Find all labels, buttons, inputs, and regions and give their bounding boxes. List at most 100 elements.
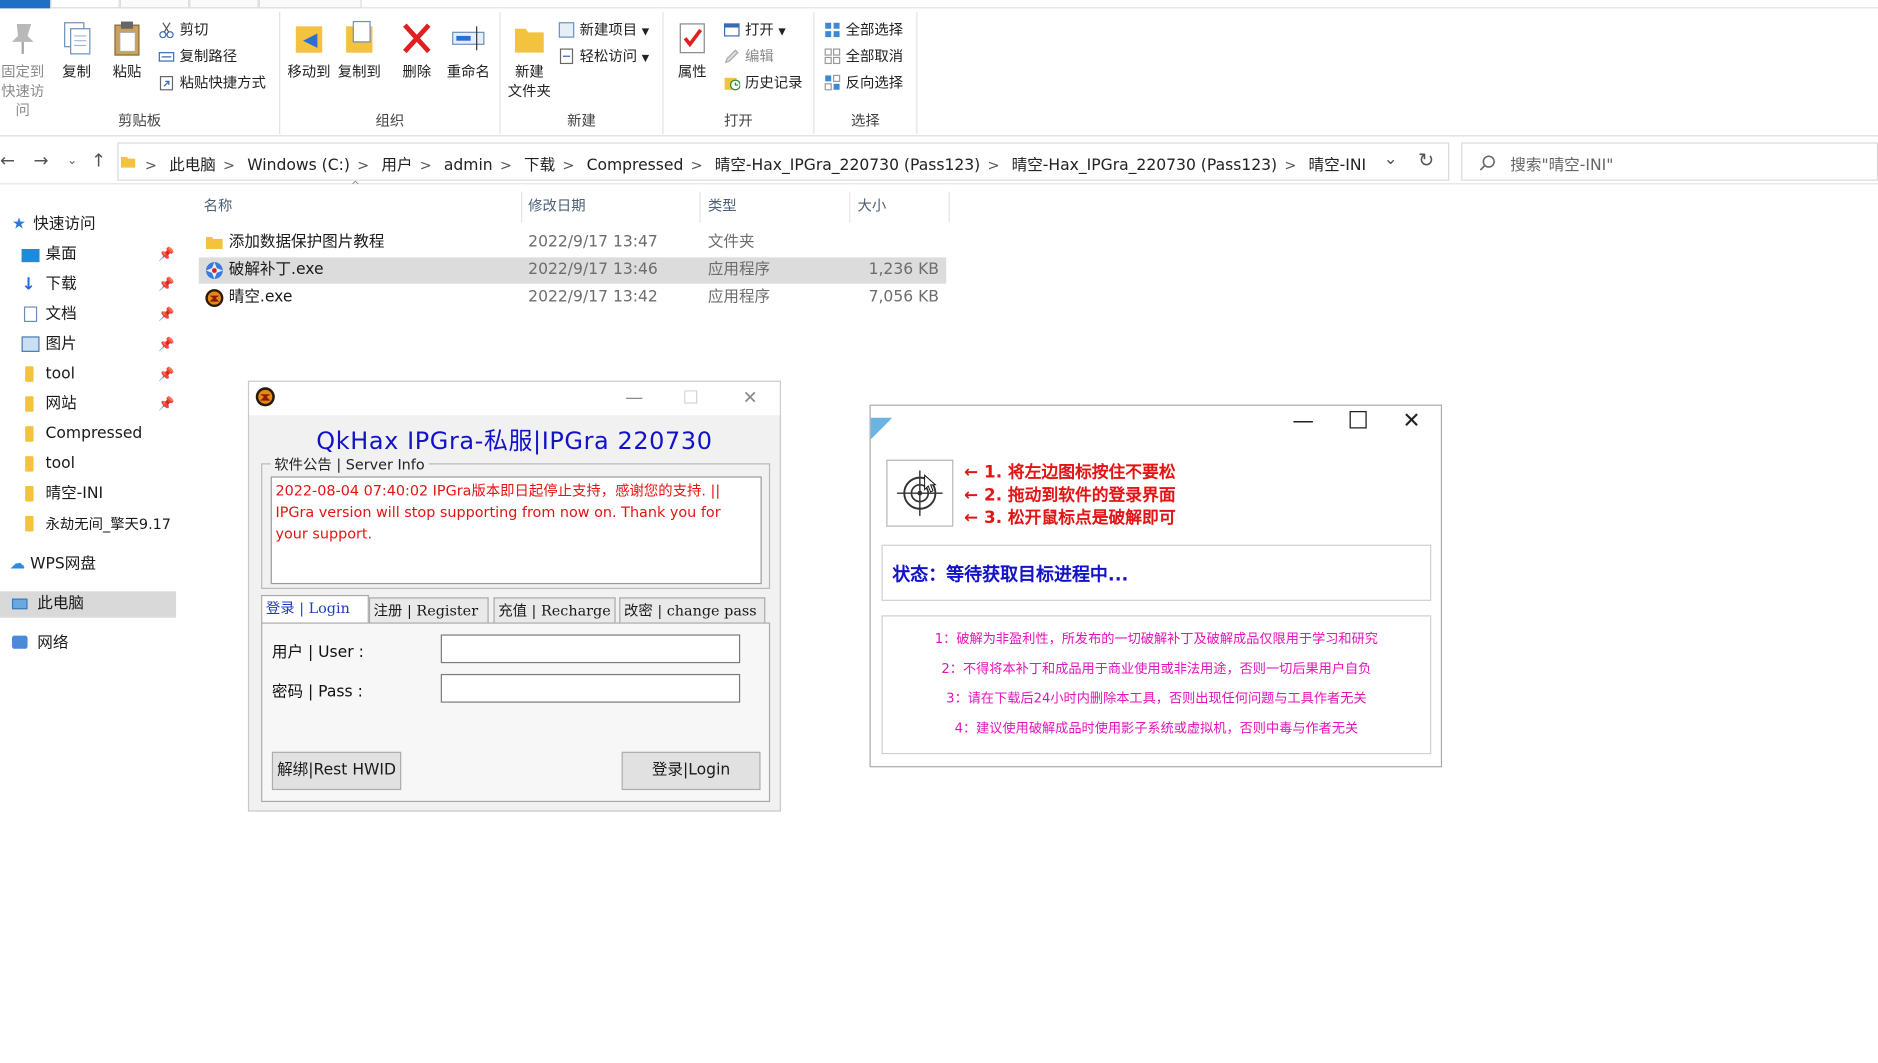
column-header-type[interactable]: 类型 (708, 196, 737, 222)
address-history-chevron-icon[interactable]: ⌄ (1384, 150, 1398, 169)
select-none-button[interactable]: 全部取消 (824, 44, 903, 68)
nav-this-pc[interactable]: 此电脑 (0, 591, 177, 618)
file-row[interactable]: 晴空.exe 2022/9/17 13:42 应用程序 7,056 KB (199, 285, 946, 311)
search-input[interactable]: 搜索"晴空-INI" (1461, 142, 1878, 181)
cut-button[interactable]: 剪切 (158, 18, 208, 42)
pass-input[interactable] (440, 673, 741, 703)
copy-button[interactable]: 复制 (53, 19, 101, 81)
file-row[interactable]: 添加数据保护图片教程 2022/9/17 13:47 文件夹 (199, 230, 946, 256)
minimize-icon[interactable]: — (1292, 408, 1314, 433)
move-to-button[interactable]: 移动到 (285, 19, 333, 81)
edit-button[interactable]: 编辑 (723, 44, 774, 68)
open-dropdown[interactable]: 打开 ▼ (723, 18, 786, 42)
breadcrumb-item[interactable]: 晴空-Hax_IPGra_220730 (Pass123) (715, 157, 980, 175)
pin-icon[interactable]: 📌 (158, 391, 174, 417)
copy-icon (64, 22, 91, 55)
breadcrumb-item[interactable]: 用户 (381, 157, 412, 175)
user-input[interactable] (440, 634, 741, 664)
move-to-icon (295, 26, 323, 53)
download-arrow-icon: ↓ (21, 275, 36, 295)
pin-icon[interactable]: 📌 (158, 302, 174, 328)
nav-item-desktop[interactable]: 桌面 📌 (21, 242, 178, 268)
history-button[interactable]: 历史记录 (723, 71, 802, 95)
back-arrow-icon[interactable]: ← (0, 150, 15, 172)
breadcrumb-separator-icon: > (144, 156, 157, 174)
ribbon-tab-share[interactable] (119, 0, 190, 9)
column-divider[interactable] (948, 191, 950, 223)
nav-item-compressed[interactable]: Compressed (22, 421, 143, 447)
copy-to-button[interactable]: 复制到 (335, 19, 383, 81)
column-header-date[interactable]: 修改日期 (528, 196, 586, 222)
breadcrumb-item[interactable]: Compressed (587, 157, 684, 175)
pin-icon[interactable]: 📌 (158, 332, 174, 358)
new-item-dropdown[interactable]: 新建项目 ▼ (558, 18, 649, 42)
nav-network[interactable]: 网络 (11, 631, 68, 657)
easy-access-dropdown[interactable]: 轻松访问 ▼ (558, 44, 649, 68)
column-header-name[interactable]: 名称 (204, 196, 233, 222)
file-row-selected[interactable]: 破解补丁.exe 2022/9/17 13:46 应用程序 1,236 KB (198, 257, 947, 284)
target-finder-handle[interactable] (886, 459, 954, 527)
nav-item-website[interactable]: 网站 📌 (22, 391, 178, 417)
maximize-icon[interactable]: ☐ (683, 387, 699, 409)
invert-selection-button[interactable]: 反向选择 (824, 71, 903, 95)
nav-item-pictures[interactable]: 图片 📌 (21, 332, 178, 358)
breadcrumb-item[interactable]: 此电脑 (169, 157, 216, 175)
forward-arrow-icon[interactable]: → (34, 150, 49, 172)
recent-chevron-icon[interactable]: ⌄ (67, 154, 77, 167)
login-window-titlebar[interactable]: — ☐ ✕ (249, 381, 780, 416)
status-text: 状态：等待获取目标进程中... (892, 563, 1129, 586)
paste-button[interactable]: 粘贴 (103, 19, 151, 81)
reset-hwid-button[interactable]: 解绑|Rest HWID (271, 751, 402, 791)
breadcrumb-item[interactable]: 下载 (524, 157, 555, 175)
breadcrumb-item[interactable]: 晴空-INI (1309, 157, 1367, 175)
column-header-size[interactable]: 大小 (858, 196, 887, 222)
tab-register[interactable]: 注册 | Register (368, 597, 489, 624)
qingkong-app-icon (205, 289, 224, 308)
column-divider[interactable] (699, 191, 701, 223)
nav-wps-drive[interactable]: ☁ WPS网盘 (10, 552, 96, 578)
ribbon-tab-home[interactable] (50, 0, 120, 9)
column-divider[interactable] (520, 191, 523, 223)
pin-quick-access-button[interactable]: 固定到 快速访问 (0, 19, 50, 120)
nav-quick-access[interactable]: ★ 快速访问 (12, 212, 96, 238)
nav-item-yongjie[interactable]: 永劫无间_擎天9.17 (22, 511, 178, 537)
paste-shortcut-button[interactable]: 粘贴快捷方式 (158, 71, 266, 95)
nav-item-documents[interactable]: 文档 📌 (22, 302, 178, 328)
close-icon[interactable]: ✕ (1403, 408, 1421, 433)
desktop-icon (21, 248, 40, 263)
tab-change-pass[interactable]: 改密 | change pass (619, 597, 766, 624)
nav-item-qingkong-ini[interactable]: 晴空-INI (22, 481, 103, 507)
nav-item-downloads[interactable]: ↓ 下载 📌 (22, 272, 178, 298)
pin-icon[interactable]: 📌 (158, 242, 174, 268)
delete-button[interactable]: 删除 (393, 19, 441, 81)
column-divider[interactable] (849, 191, 851, 223)
properties-button[interactable]: 属性 (668, 19, 716, 81)
nav-item-tool[interactable]: tool 📌 (22, 362, 178, 388)
breadcrumb-item[interactable]: 晴空-Hax_IPGra_220730 (Pass123) (1012, 157, 1277, 175)
tab-recharge[interactable]: 充值 | Recharge (493, 597, 616, 624)
pin-icon[interactable]: 📌 (158, 362, 174, 388)
minimize-icon[interactable]: — (625, 387, 643, 409)
pin-icon[interactable]: 📌 (158, 272, 174, 298)
rename-button[interactable]: 重命名 (443, 19, 493, 81)
breadcrumb-separator-icon: > (1284, 156, 1297, 174)
login-button[interactable]: 登录|Login (621, 751, 761, 791)
ribbon-tab-view[interactable] (189, 0, 259, 9)
copy-path-button[interactable]: 复制路径 (158, 44, 237, 68)
tab-login[interactable]: 登录 | Login (261, 594, 369, 624)
close-icon[interactable]: ✕ (743, 387, 758, 409)
maximize-icon[interactable]: ☐ (1347, 406, 1368, 435)
ribbon-tab-file[interactable] (0, 0, 51, 9)
network-icon (11, 635, 28, 649)
breadcrumb-item[interactable]: Windows (C:) (247, 157, 350, 175)
address-box[interactable]: > 此电脑 > Windows (C:) > 用户 > admin > 下载 > Comp… (117, 142, 1450, 181)
pin-label-line1: 固定到 (1, 63, 45, 81)
new-folder-button[interactable]: 新建 文件夹 (503, 19, 556, 100)
nav-item-tool-2[interactable]: tool (22, 451, 75, 477)
notice-text[interactable]: 2022-08-04 07:40:02 IPGra版本即日起停止支持，感谢您的支… (270, 476, 762, 585)
refresh-icon[interactable]: ↻ (1418, 148, 1434, 171)
breadcrumb-item[interactable]: admin (444, 157, 493, 175)
up-arrow-icon[interactable]: ↑ (91, 150, 106, 172)
select-all-button[interactable]: 全部选择 (824, 18, 903, 42)
ribbon-tab-app-tools[interactable] (258, 0, 362, 9)
